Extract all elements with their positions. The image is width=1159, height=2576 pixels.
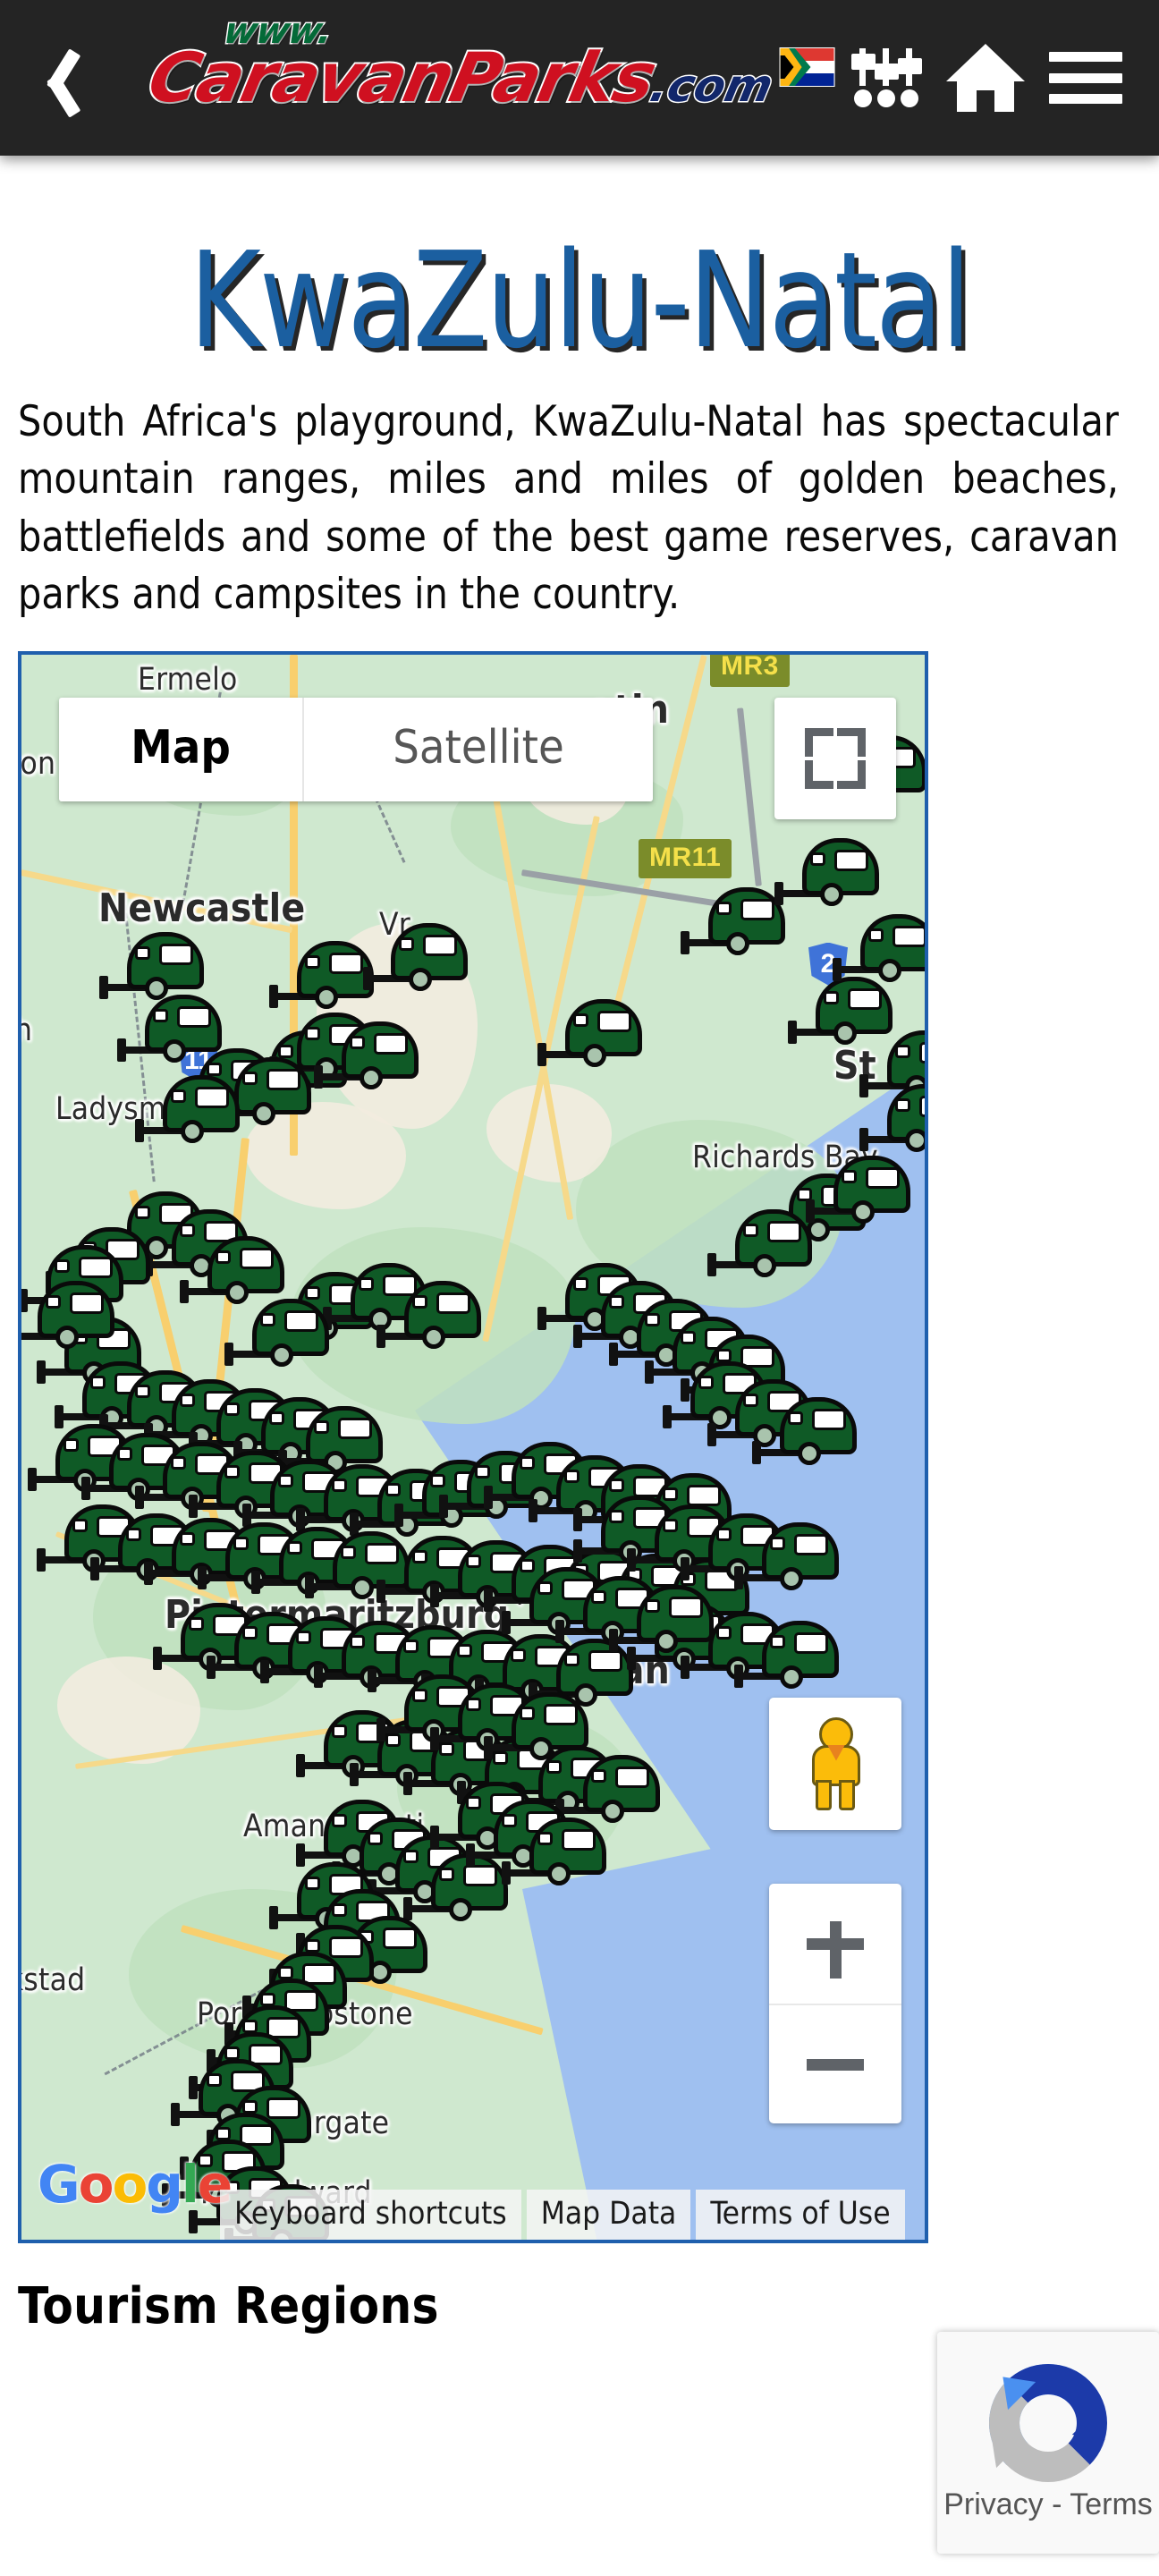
caravan-marker-icon[interactable]	[833, 913, 925, 984]
tourism-regions-heading: Tourism Regions	[18, 2276, 439, 2335]
recaptcha-privacy-terms[interactable]: Privacy - Terms	[943, 2487, 1153, 2522]
page-content: KwaZulu-Natal South Africa's playground,…	[0, 234, 1159, 2335]
map-road-tag: MR3	[710, 654, 790, 687]
map-type-map-button[interactable]: Map	[59, 697, 302, 801]
chevron-left-icon	[35, 46, 71, 110]
caravan-marker-icon[interactable]	[99, 931, 206, 1002]
caravan-marker-icon[interactable]	[484, 1691, 590, 1762]
zoom-in-button[interactable]	[769, 1884, 901, 2004]
caravan-marker-icon[interactable]	[502, 1817, 608, 1887]
logo-www-text: www.	[219, 10, 337, 54]
map-city-label: h	[21, 1013, 32, 1048]
recaptcha-icon	[977, 2362, 1120, 2482]
map-attribution: Keyboard shortcuts Map Data Terms of Use	[220, 2189, 905, 2240]
app-header: www. CaravanParks.com	[0, 0, 1159, 156]
map-type-control[interactable]: Map Satellite	[59, 697, 653, 801]
map-city-label: Ermelo	[138, 661, 238, 698]
street-view-button[interactable]	[769, 1697, 901, 1830]
menu-button[interactable]	[1036, 0, 1136, 156]
caravan-marker-icon[interactable]	[135, 1074, 241, 1145]
terms-of-use-link[interactable]: Terms of Use	[696, 2189, 905, 2240]
map-city-label: St	[833, 1042, 876, 1089]
caravan-marker-icon[interactable]	[774, 837, 881, 908]
map-city-label: Newcastle	[98, 885, 306, 931]
map-container[interactable]: ErmelotonatinNewcastleVrhLadysmithStRich…	[18, 650, 928, 2243]
south-african-flag-icon	[779, 47, 835, 87]
keyboard-shortcuts-link[interactable]: Keyboard shortcuts	[220, 2189, 521, 2240]
caravan-marker-icon[interactable]	[537, 998, 644, 1069]
logo-tld-text: .com	[645, 59, 779, 114]
caravan-marker-icon[interactable]	[752, 1396, 859, 1467]
caravan-marker-icon[interactable]	[734, 1620, 841, 1690]
filter-sliders-icon	[851, 48, 922, 107]
home-button[interactable]	[935, 0, 1036, 156]
caravan-marker-icon[interactable]	[224, 1298, 331, 1368]
caravan-marker-icon[interactable]	[555, 1754, 662, 1825]
map-city-label: kstad	[21, 1962, 86, 1998]
filter-button[interactable]	[835, 0, 935, 156]
caravan-marker-icon[interactable]	[734, 1521, 841, 1592]
header-actions	[835, 0, 1159, 156]
caravan-marker-icon[interactable]	[21, 1280, 116, 1351]
caravan-marker-icon[interactable]	[314, 1021, 420, 1091]
recaptcha-badge[interactable]: Privacy - Terms	[937, 2332, 1159, 2554]
street-view-pegman-icon	[805, 1716, 866, 1810]
map-data-link[interactable]: Map Data	[526, 2189, 691, 2240]
caravan-marker-icon[interactable]	[806, 1155, 912, 1225]
fullscreen-button[interactable]	[774, 697, 896, 819]
zoom-out-button[interactable]	[769, 2003, 901, 2123]
map-type-satellite-button[interactable]: Satellite	[302, 697, 653, 801]
caravan-marker-icon[interactable]	[609, 1584, 715, 1655]
minus-icon	[807, 2058, 864, 2071]
site-logo[interactable]: www. CaravanParks.com	[106, 0, 835, 156]
caravan-marker-icon[interactable]	[376, 1280, 483, 1351]
page-title: KwaZulu-Natal	[189, 224, 972, 377]
map-city-label: ton	[20, 745, 56, 782]
map-road-tag: MR11	[639, 838, 732, 878]
home-icon	[946, 44, 1025, 112]
caravan-marker-icon[interactable]	[363, 922, 470, 993]
caravan-marker-icon[interactable]	[707, 1208, 814, 1279]
hamburger-menu-icon	[1049, 52, 1122, 104]
caravan-marker-icon[interactable]	[180, 1235, 286, 1306]
intro-paragraph: South Africa's playground, KwaZulu-Natal…	[18, 397, 1119, 620]
google-logo: Google	[38, 2153, 233, 2215]
fullscreen-icon	[805, 727, 833, 757]
zoom-control[interactable]	[769, 1883, 901, 2123]
back-button[interactable]	[0, 0, 106, 156]
caravan-marker-icon[interactable]	[859, 1083, 925, 1154]
